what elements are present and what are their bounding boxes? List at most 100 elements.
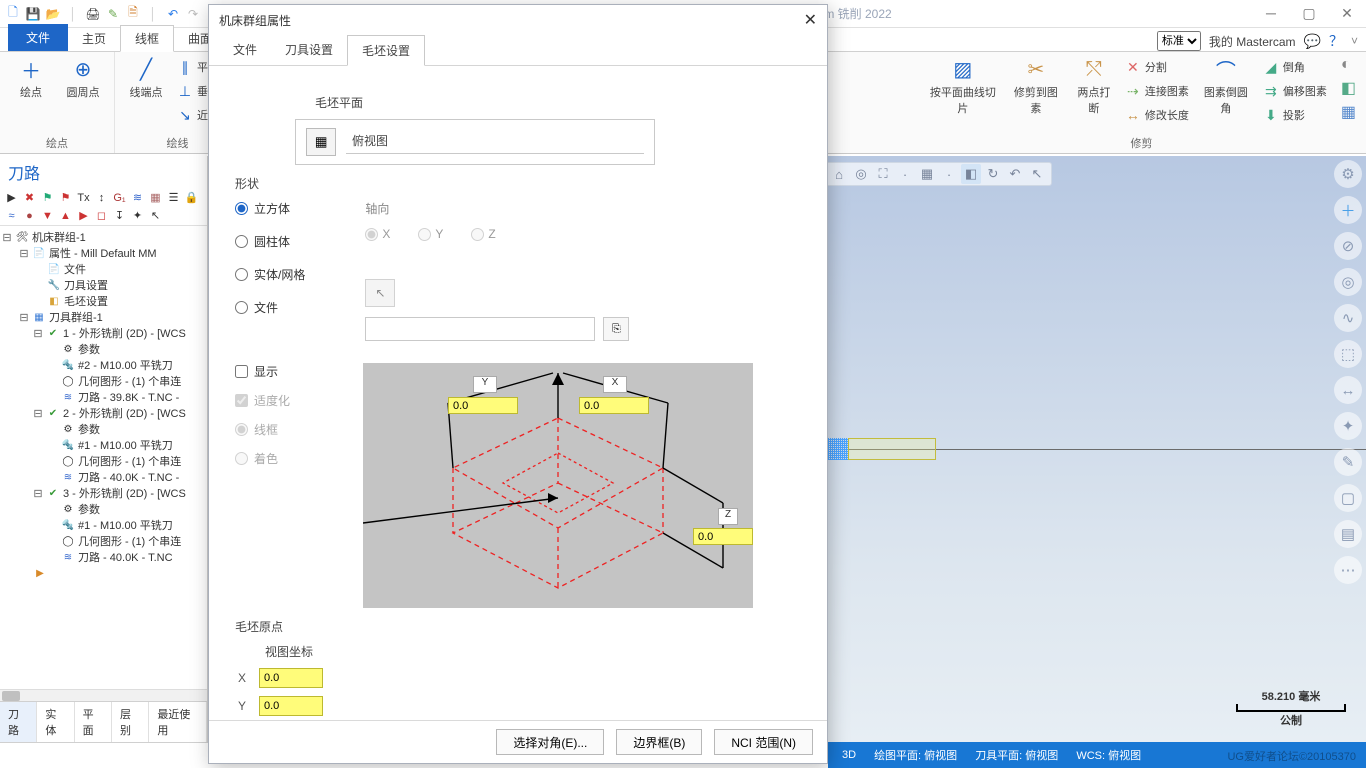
status-tool-plane[interactable]: 刀具平面: 俯视图 [975,747,1058,763]
shape-cylinder-radio[interactable]: 圆柱体 [235,233,305,250]
trim-to-entity-button[interactable]: ✂修剪到图素 [1009,56,1063,116]
tree-geom1[interactable]: 几何图形 - (1) 个串连 [78,374,181,390]
tp-tool-tx-icon[interactable]: Tx [76,190,91,205]
rr-gear-icon[interactable]: ⚙ [1334,160,1362,188]
rr-curve-icon[interactable]: ∿ [1334,304,1362,332]
rr-cube-icon[interactable]: ⬚ [1334,340,1362,368]
extra-tool-1-icon[interactable]: ◐ [1341,56,1356,74]
dlg-tab-stock[interactable]: 毛坯设置 [347,35,425,66]
rr-no-icon[interactable]: ⊘ [1334,232,1362,260]
tree-params2[interactable]: 参数 [78,422,100,438]
plane-value[interactable]: 俯视图 [346,130,644,154]
subtab-recent[interactable]: 最近使用 [149,702,207,742]
note-icon[interactable]: 🗎 [124,5,142,23]
vt-rot-icon[interactable]: ↻ [983,164,1003,184]
file-browse-button[interactable]: ⎘ [603,317,629,341]
save-icon[interactable]: 💾 [24,5,42,23]
tree-hscroll[interactable] [0,689,207,701]
tree-tp1[interactable]: 刀路 - 39.8K - T.NC - [78,390,179,406]
origin-y-input[interactable] [259,696,323,716]
edit-icon[interactable]: ✎ [104,5,122,23]
tp-tool-square-icon[interactable]: ◻ [94,208,109,223]
status-draw-plane[interactable]: 绘图平面: 俯视图 [874,747,957,763]
tab-wireframe[interactable]: 线框 [120,25,174,52]
pick-plane-button[interactable]: ▦ [306,128,336,156]
tree-stockset[interactable]: 毛坯设置 [64,294,108,310]
subtab-level[interactable]: 层别 [112,702,149,742]
shape-cube-radio[interactable]: 立方体 [235,200,305,217]
extra-tool-3-icon[interactable]: ▦ [1341,102,1356,122]
tp-tool-pick-icon[interactable]: ✦ [130,208,145,223]
toolpath-tree[interactable]: ⊟🛠机床群组-1 ⊟📄属性 - Mill Default MM 📄文件 🔧刀具设… [0,226,207,689]
status-3d[interactable]: 3D [842,749,856,761]
tp-tool-cursor-icon[interactable]: ↖ [148,208,163,223]
shape-solid-radio[interactable]: 实体/网格 [235,266,305,283]
my-mastercam-link[interactable]: 我的 Mastercam [1209,33,1296,50]
origin-x-input[interactable] [259,668,323,688]
tp-tool-right-icon[interactable]: ▶ [76,208,91,223]
redo-icon[interactable]: ↷ [184,5,202,23]
vt-cursor-icon[interactable]: ↖ [1027,164,1047,184]
tp-tool-up-icon[interactable]: ▲ [58,208,73,223]
tree-op2[interactable]: 2 - 外形铣削 (2D) - [WCS [63,406,186,422]
tp-tool-grid-icon[interactable]: ▦ [148,190,163,205]
rr-dyn-icon[interactable]: ✦ [1334,412,1362,440]
feedback-icon[interactable]: 💬 [1304,33,1321,50]
vt-home-icon[interactable]: ⌂ [829,164,849,184]
rr-box-icon[interactable]: ▢ [1334,484,1362,512]
extra-tool-2-icon[interactable]: ◧ [1341,78,1356,98]
tree-geom2[interactable]: 几何图形 - (1) 个串连 [78,454,181,470]
rr-target-icon[interactable]: ◎ [1334,268,1362,296]
project-button[interactable]: ⬇投影 [1263,104,1327,126]
select-corners-button[interactable]: 选择对角(E)... [496,729,604,755]
vt-undo-icon[interactable]: ↶ [1005,164,1025,184]
rr-more-icon[interactable]: ⋯ [1334,556,1362,584]
split-button[interactable]: ✕分割 [1125,56,1189,78]
status-wcs[interactable]: WCS: 俯视图 [1076,747,1141,763]
tree-params3[interactable]: 参数 [78,502,100,518]
tree-op3[interactable]: 3 - 外形铣削 (2D) - [WCS [63,486,186,502]
tree-properties[interactable]: 属性 - Mill Default MM [49,246,157,262]
draw-point-button[interactable]: ＋绘点 [10,56,52,100]
dlg-tab-file[interactable]: 文件 [219,35,271,65]
join-entities-button[interactable]: ⇢连接图素 [1125,80,1189,102]
subtab-solid[interactable]: 实体 [37,702,74,742]
bounding-box-button[interactable]: 边界框(B) [616,729,702,755]
tree-t1a[interactable]: #1 - M10.00 平铣刀 [78,438,173,454]
stock-x-input[interactable] [579,397,649,414]
tp-tool-arrow-icon[interactable]: ▶ [4,190,19,205]
tree-tp3[interactable]: 刀路 - 40.0K - T.NC [78,550,173,566]
vt-globe-icon[interactable]: ◎ [851,164,871,184]
maximize-button[interactable]: ▢ [1294,5,1324,22]
vt-shade-icon[interactable]: ◧ [961,164,981,184]
tree-t1b[interactable]: #1 - M10.00 平铣刀 [78,518,173,534]
tp-tool-menu-icon[interactable]: ☰ [166,190,181,205]
tp-tool-flag1-icon[interactable]: ⚑ [40,190,55,205]
tree-toolset[interactable]: 刀具设置 [64,278,108,294]
chamfer-button[interactable]: ◢倒角 [1263,56,1327,78]
tree-t2[interactable]: #2 - M10.00 平铣刀 [78,358,173,374]
nci-extents-button[interactable]: NCI 范围(N) [714,729,813,755]
display-checkbox[interactable]: 显示 [235,363,345,380]
tp-tool-lock-icon[interactable]: 🔒 [184,190,199,205]
tp-tool-ball-icon[interactable]: ● [22,208,37,223]
tp-tool-sort-icon[interactable]: ↕ [94,190,109,205]
line-endpoint-button[interactable]: ╱线端点 [125,56,167,100]
dialog-close-button[interactable]: ✕ [804,10,817,30]
minimize-button[interactable]: ─ [1256,5,1286,22]
tp-tool-insert-icon[interactable]: ↧ [112,208,127,223]
close-button[interactable]: ✕ [1332,5,1362,22]
vt-grid-icon[interactable]: ▦ [917,164,937,184]
rr-plus-icon[interactable]: ＋ [1334,196,1362,224]
tree-toolgroup[interactable]: 刀具群组-1 [49,310,103,326]
circle-point-button[interactable]: ⊕圆周点 [62,56,104,100]
tab-file[interactable]: 文件 [8,24,68,51]
tree-tp2[interactable]: 刀路 - 40.0K - T.NC - [78,470,179,486]
tp-tool-g1-icon[interactable]: G₁ [112,190,127,205]
style-select[interactable]: 标准 [1157,31,1201,51]
slice-by-plane-button[interactable]: ▨按平面曲线切片 [927,56,999,116]
tp-tool-wave2-icon[interactable]: ≈ [4,208,19,223]
ribbon-collapse-icon[interactable]: ˅ [1351,34,1358,48]
tp-tool-down-icon[interactable]: ▼ [40,208,55,223]
tree-geom3[interactable]: 几何图形 - (1) 个串连 [78,534,181,550]
